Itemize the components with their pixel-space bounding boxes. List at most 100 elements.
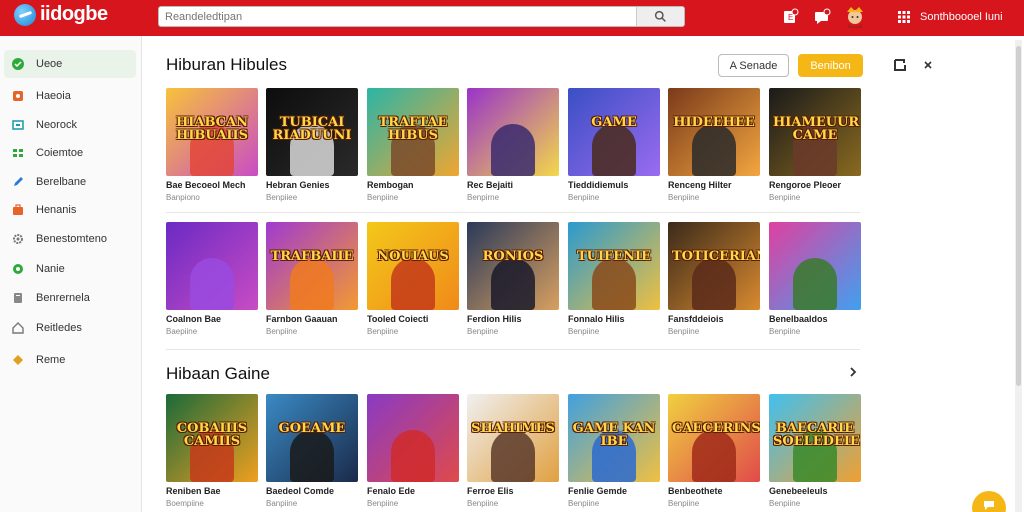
game-name[interactable]: Bae Becoeol Mech	[166, 180, 258, 190]
notification-button[interactable]: E	[780, 7, 800, 27]
game-name[interactable]: Tooled Coiecti	[367, 314, 459, 324]
user-name[interactable]: Sonthboooel Iuni	[920, 11, 1003, 23]
home-icon	[12, 58, 24, 70]
sidebar-item[interactable]: Haeoia	[4, 82, 136, 110]
sidebar-item[interactable]: Reme	[4, 346, 136, 374]
game-name[interactable]: Rengoroe Pleoer	[769, 180, 861, 190]
game-thumbnail[interactable]: TRAFBAIIE	[266, 222, 358, 310]
close-button[interactable]	[921, 58, 935, 72]
game-card[interactable]: NOUIAUS Tooled Coiecti Benpiine	[367, 222, 459, 336]
apps-grid-icon[interactable]	[898, 11, 910, 23]
messages-button[interactable]	[812, 7, 832, 27]
game-card[interactable]: GOEAME Baedeol Comde Banpiine	[266, 394, 358, 508]
game-name[interactable]: Benbeothete	[668, 486, 760, 496]
game-name[interactable]: Fansfddeiois	[668, 314, 760, 324]
game-card[interactable]: RONIOS Ferdion Hilis Benpiine	[467, 222, 559, 336]
sidebar-item[interactable]: Berelbane	[4, 168, 136, 196]
game-thumbnail[interactable]: TUIFENIE	[568, 222, 660, 310]
character-figure	[592, 258, 636, 310]
game-name[interactable]: Hebran Genies	[266, 180, 358, 190]
game-thumbnail[interactable]: NOUIAUS	[367, 222, 459, 310]
chat-support-button[interactable]	[972, 491, 1006, 512]
game-card[interactable]: GAME Tieddidiemuls Benpiine	[568, 88, 660, 202]
sidebar-item[interactable]: Neorock	[4, 111, 136, 139]
sidebar-item-label: Nanie	[36, 263, 65, 275]
game-name[interactable]: Ferdion Hilis	[467, 314, 559, 324]
search-button[interactable]	[636, 7, 684, 26]
game-name[interactable]: Benelbaaldos	[769, 314, 861, 324]
scrollbar-thumb[interactable]	[1016, 46, 1021, 386]
game-thumbnail[interactable]	[769, 222, 861, 310]
game-thumbnail[interactable]: SHAHIMES	[467, 394, 559, 482]
game-name[interactable]: Fenalo Ede	[367, 486, 459, 496]
game-card[interactable]: TRAFBAIIE Farnbon Gaauan Benpiine	[266, 222, 358, 336]
game-card[interactable]: HIDEEHEE Renceng Hilter Benpiine	[668, 88, 760, 202]
game-name[interactable]: Genebeeleuls	[769, 486, 861, 496]
game-thumbnail[interactable]	[367, 394, 459, 482]
game-thumbnail[interactable]: RONIOS	[467, 222, 559, 310]
brand-logo[interactable]: iidogbe	[14, 3, 108, 26]
game-card[interactable]: HIAMEUUR CAME Rengoroe Pleoer Benpiine	[769, 88, 861, 202]
sort-button[interactable]: A Senade	[718, 54, 789, 77]
game-name[interactable]: Tieddidiemuls	[568, 180, 660, 190]
game-card[interactable]: CAECERINS Benbeothete Benpiine	[668, 394, 760, 508]
game-card[interactable]: BAECARIE SOELEDEIE Genebeeleuls Benpiine	[769, 394, 861, 508]
game-name[interactable]: Ferroe Elis	[467, 486, 559, 496]
bag-icon	[12, 204, 24, 216]
sidebar-item[interactable]: Reitledes	[4, 314, 136, 342]
chat-icon	[984, 501, 994, 510]
game-name[interactable]: Fenlie Gemde	[568, 486, 660, 496]
game-thumbnail[interactable]: HIAMEUUR CAME	[769, 88, 861, 176]
game-thumbnail[interactable]: TOTICERIANS	[668, 222, 760, 310]
game-card[interactable]: Rec Bejaiti Benpirne	[467, 88, 559, 202]
character-figure	[391, 258, 435, 310]
close-icon	[924, 61, 932, 69]
game-name[interactable]: Rembogan	[367, 180, 459, 190]
game-thumbnail[interactable]: TUBICAI RIADUUNI	[266, 88, 358, 176]
game-card[interactable]: TUBICAI RIADUUNI Hebran Genies Benpiiee	[266, 88, 358, 202]
sidebar-item[interactable]: Coiemtoe	[4, 139, 136, 167]
primary-action-button[interactable]: Benibon	[798, 54, 863, 77]
game-card[interactable]: TUIFENIE Fonnalo Hilis Benpiine	[568, 222, 660, 336]
game-thumbnail[interactable]: TRAFTAE HIBUS	[367, 88, 459, 176]
game-name[interactable]: Farnbon Gaauan	[266, 314, 358, 324]
game-thumbnail[interactable]: BAECARIE SOELEDEIE	[769, 394, 861, 482]
game-thumbnail[interactable]: HIDEEHEE	[668, 88, 760, 176]
sidebar-item[interactable]: Benrernela	[4, 284, 136, 312]
game-thumbnail[interactable]: GAME	[568, 88, 660, 176]
game-card[interactable]: GAME KAN IBE Fenlie Gemde Benpiine	[568, 394, 660, 508]
game-thumbnail[interactable]: COBAIIIS CAMIIS	[166, 394, 258, 482]
expand-button[interactable]	[893, 58, 907, 72]
game-card[interactable]: COBAIIIS CAMIIS Reniben Bae Boempiine	[166, 394, 258, 508]
game-card[interactable]: TRAFTAE HIBUS Rembogan Benpiine	[367, 88, 459, 202]
game-thumbnail[interactable]	[166, 222, 258, 310]
game-name[interactable]: Baedeol Comde	[266, 486, 358, 496]
sidebar-item[interactable]: Henanis	[4, 196, 136, 224]
sidebar-item[interactable]: Ueoe	[4, 50, 136, 78]
game-thumbnail[interactable]: GAME KAN IBE	[568, 394, 660, 482]
sidebar-item[interactable]: Benestomteno	[4, 225, 136, 253]
sidebar-item-label: Berelbane	[36, 176, 87, 188]
row-divider	[166, 212, 860, 213]
game-card[interactable]: Fenalo Ede Benpiine	[367, 394, 459, 508]
game-card[interactable]: HIABCAN HIBUAIIS Bae Becoeol Mech Banpiono	[166, 88, 258, 202]
game-card[interactable]: TOTICERIANS Fansfddeiois Benpiine	[668, 222, 760, 336]
scrollbar[interactable]	[1015, 40, 1022, 512]
game-name[interactable]: Renceng Hilter	[668, 180, 760, 190]
game-name[interactable]: Coalnon Bae	[166, 314, 258, 324]
sidebar-item[interactable]: Nanie	[4, 255, 136, 283]
game-thumbnail[interactable]: GOEAME	[266, 394, 358, 482]
game-name[interactable]: Reniben Bae	[166, 486, 258, 496]
game-card[interactable]: Coalnon Bae Baepiine	[166, 222, 258, 336]
next-button[interactable]	[846, 365, 860, 379]
game-thumbnail[interactable]	[467, 88, 559, 176]
game-name[interactable]: Fonnalo Hilis	[568, 314, 660, 324]
game-thumbnail[interactable]: HIABCAN HIBUAIIS	[166, 88, 258, 176]
game-card[interactable]: SHAHIMES Ferroe Elis Benpiine	[467, 394, 559, 508]
avatar[interactable]	[843, 4, 867, 28]
game-name[interactable]: Rec Bejaiti	[467, 180, 559, 190]
game-thumbnail[interactable]: CAECERINS	[668, 394, 760, 482]
search-input[interactable]	[165, 9, 635, 25]
game-card[interactable]: Benelbaaldos Benpiine	[769, 222, 861, 336]
sidebar-item-label: Haeoia	[36, 90, 71, 102]
